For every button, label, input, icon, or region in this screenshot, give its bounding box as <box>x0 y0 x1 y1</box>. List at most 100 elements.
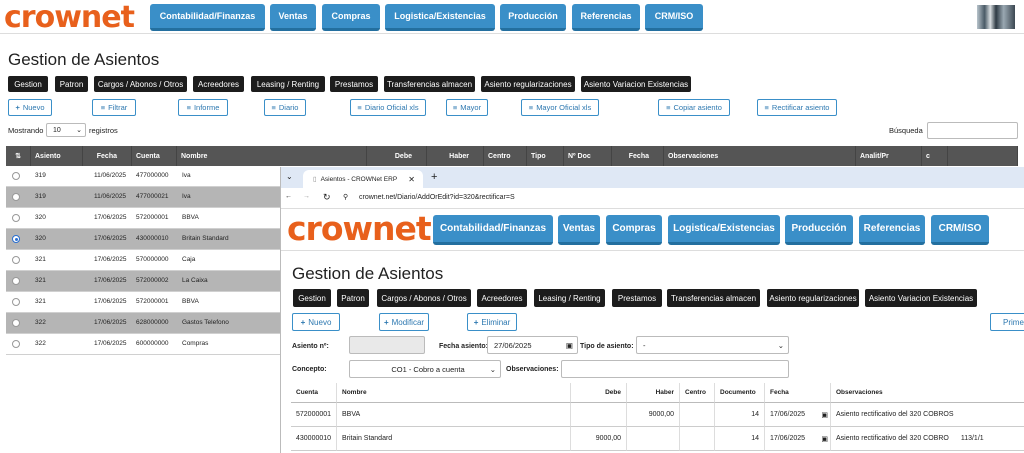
col-c[interactable]: c <box>922 146 948 166</box>
diario-button[interactable]: ≡ Diario <box>264 99 306 116</box>
length-select[interactable]: 10 ⌄ <box>46 123 86 137</box>
grid-cell-debe[interactable]: 9000,00 <box>571 427 627 451</box>
grid-cell-observaciones[interactable]: Asiento rectificativo del 320 COBRO 113/1… <box>831 427 1024 451</box>
eliminar-button[interactable]: + Eliminar <box>467 313 517 331</box>
copiar-asiento-button[interactable]: ≡ Copiar asiento <box>658 99 730 116</box>
grid-cell-observaciones[interactable]: Asiento rectificativo del 320 COBROS <box>831 403 1024 427</box>
grid-cell-cuenta[interactable]: 572000001 <box>291 403 337 427</box>
user-avatar[interactable] <box>977 5 1015 29</box>
col-fecha[interactable]: Fecha <box>83 146 132 166</box>
mayor-button[interactable]: ≡ Mayor <box>446 99 488 116</box>
row-radio[interactable] <box>12 298 20 306</box>
tab-gestion[interactable]: Gestion <box>293 289 331 307</box>
table-row[interactable]: 319 11/06/2025 477000000 Iva <box>6 166 280 187</box>
table-row[interactable]: 319 11/06/2025 477000021 Iva <box>6 187 280 208</box>
tab-acreedores[interactable]: Acreedores <box>477 289 527 307</box>
nav-produccion[interactable]: Producción <box>785 215 853 245</box>
crownet-logo[interactable]: crownet <box>4 0 135 35</box>
table-row[interactable]: 322 17/06/2025 628000000 Gastos Telefono <box>6 313 280 334</box>
row-radio[interactable] <box>12 256 20 264</box>
grid-cell-nombre[interactable]: Britain Standard <box>337 427 571 451</box>
col-ndoc[interactable]: Nº Doc <box>564 146 612 166</box>
nav-logistica[interactable]: Logistica/Existencias <box>668 215 780 245</box>
crownet-logo[interactable]: crownet <box>287 209 432 248</box>
observaciones-input[interactable] <box>561 360 789 378</box>
tab-patron[interactable]: Patron <box>55 76 88 92</box>
tab-variacion-existencias[interactable]: Asiento Variacion Existencias <box>865 289 977 307</box>
tab-regularizaciones[interactable]: Asiento regularizaciones <box>481 76 575 92</box>
nav-ventas[interactable]: Ventas <box>270 4 316 31</box>
grid-cell-haber[interactable] <box>627 427 680 451</box>
col-nombre[interactable]: Nombre <box>177 146 367 166</box>
nav-ventas[interactable]: Ventas <box>558 215 600 245</box>
col-centro[interactable]: Centro <box>484 146 527 166</box>
row-radio[interactable] <box>12 172 20 180</box>
diario-oficial-button[interactable]: ≡ Diario Oficial xls <box>350 99 426 116</box>
nav-contabilidad[interactable]: Contabilidad/Finanzas <box>150 4 265 31</box>
row-radio[interactable] <box>12 193 20 201</box>
reload-icon[interactable]: ↻ <box>323 192 331 203</box>
nuevo-button[interactable]: + Nuevo <box>8 99 52 116</box>
tab-prestamos[interactable]: Prestamos <box>612 289 662 307</box>
url-field[interactable]: crownet.net/Diario/AddOrEdit?id=320&rect… <box>359 194 515 201</box>
nav-logistica[interactable]: Logistica/Existencias <box>385 4 495 31</box>
table-row[interactable]: 321 17/06/2025 572000001 BBVA <box>6 292 280 313</box>
table-row[interactable]: 322 17/06/2025 600000000 Compras <box>6 334 280 355</box>
grid-cell-centro[interactable] <box>680 403 715 427</box>
back-icon[interactable]: ← <box>285 193 292 200</box>
grid-cell-cuenta[interactable]: 430000010 <box>291 427 337 451</box>
col-fecha-2[interactable]: Fecha <box>612 146 664 166</box>
row-radio-selected[interactable] <box>12 235 20 243</box>
close-icon[interactable]: ✕ <box>408 175 415 184</box>
nav-crm-iso[interactable]: CRM/ISO <box>931 215 989 245</box>
new-tab-icon[interactable]: + <box>431 171 437 183</box>
calendar-icon[interactable]: ▣ <box>821 411 828 419</box>
nav-compras[interactable]: Compras <box>606 215 662 245</box>
col-sort-icon[interactable]: ⇅ <box>6 146 31 166</box>
col-observaciones[interactable]: Observaciones <box>664 146 856 166</box>
calendar-icon[interactable]: ▣ <box>821 435 828 443</box>
grid-cell-centro[interactable] <box>680 427 715 451</box>
nav-produccion[interactable]: Producción <box>500 4 566 31</box>
modificar-button[interactable]: + Modificar <box>379 313 429 331</box>
table-row[interactable]: 320 17/06/2025 572000001 BBVA <box>6 208 280 229</box>
col-cuenta[interactable]: Cuenta <box>132 146 177 166</box>
search-input[interactable] <box>927 122 1018 139</box>
tab-patron[interactable]: Patron <box>337 289 369 307</box>
col-tipo[interactable]: Tipo <box>527 146 564 166</box>
table-row[interactable]: 321 17/06/2025 572000002 La Caixa <box>6 271 280 292</box>
nav-compras[interactable]: Compras <box>322 4 380 31</box>
grid-cell-documento[interactable]: 14 <box>715 403 765 427</box>
grid-cell-haber[interactable]: 9000,00 <box>627 403 680 427</box>
browser-tab[interactable]: ▯ Asientos - CROWNet ERP ✕ <box>303 170 423 188</box>
chevron-down-icon[interactable]: ⌄ <box>286 172 293 181</box>
table-row[interactable]: 321 17/06/2025 570000000 Caja <box>6 250 280 271</box>
col-asiento[interactable]: Asiento <box>31 146 83 166</box>
grid-cell-fecha[interactable]: 17/06/2025 ▣ <box>765 403 831 427</box>
nav-referencias[interactable]: Referencias <box>859 215 925 245</box>
concepto-select[interactable]: CO1 - Cobro a cuenta ⌄ <box>349 360 501 378</box>
nav-crm-iso[interactable]: CRM/ISO <box>645 4 703 31</box>
primero-button[interactable]: Primer <box>990 313 1024 331</box>
tab-variacion-existencias[interactable]: Asiento Variacion Existencias <box>581 76 691 92</box>
filtrar-button[interactable]: ≡ Filtrar <box>92 99 136 116</box>
tab-leasing[interactable]: Leasing / Renting <box>251 76 325 92</box>
table-row-selected[interactable]: 320 17/06/2025 430000010 Britain Standard <box>6 229 280 250</box>
rectificar-asiento-button[interactable]: ≡ Rectificar asiento <box>757 99 837 116</box>
fecha-asiento-input[interactable]: 27/06/2025 ▣ <box>487 336 578 354</box>
calendar-icon[interactable]: ▣ <box>566 341 573 350</box>
col-debe[interactable]: Debe <box>367 146 427 166</box>
tipo-asiento-select[interactable]: - ⌄ <box>636 336 789 354</box>
col-analit[interactable]: Analit/Pr <box>856 146 922 166</box>
tab-transferencias[interactable]: Transferencias almacen <box>384 76 475 92</box>
grid-cell-documento[interactable]: 14 <box>715 427 765 451</box>
tab-cargos[interactable]: Cargos / Abonos / Otros <box>94 76 187 92</box>
tab-leasing[interactable]: Leasing / Renting <box>534 289 605 307</box>
col-haber[interactable]: Haber <box>427 146 484 166</box>
overlay-nuevo-button[interactable]: + Nuevo <box>292 313 340 331</box>
informe-button[interactable]: ≡ Informe <box>178 99 228 116</box>
grid-cell-debe[interactable] <box>571 403 627 427</box>
site-info-icon[interactable]: ⚲ <box>343 193 348 201</box>
tab-gestion[interactable]: Gestion <box>8 76 48 92</box>
tab-acreedores[interactable]: Acreedores <box>193 76 244 92</box>
